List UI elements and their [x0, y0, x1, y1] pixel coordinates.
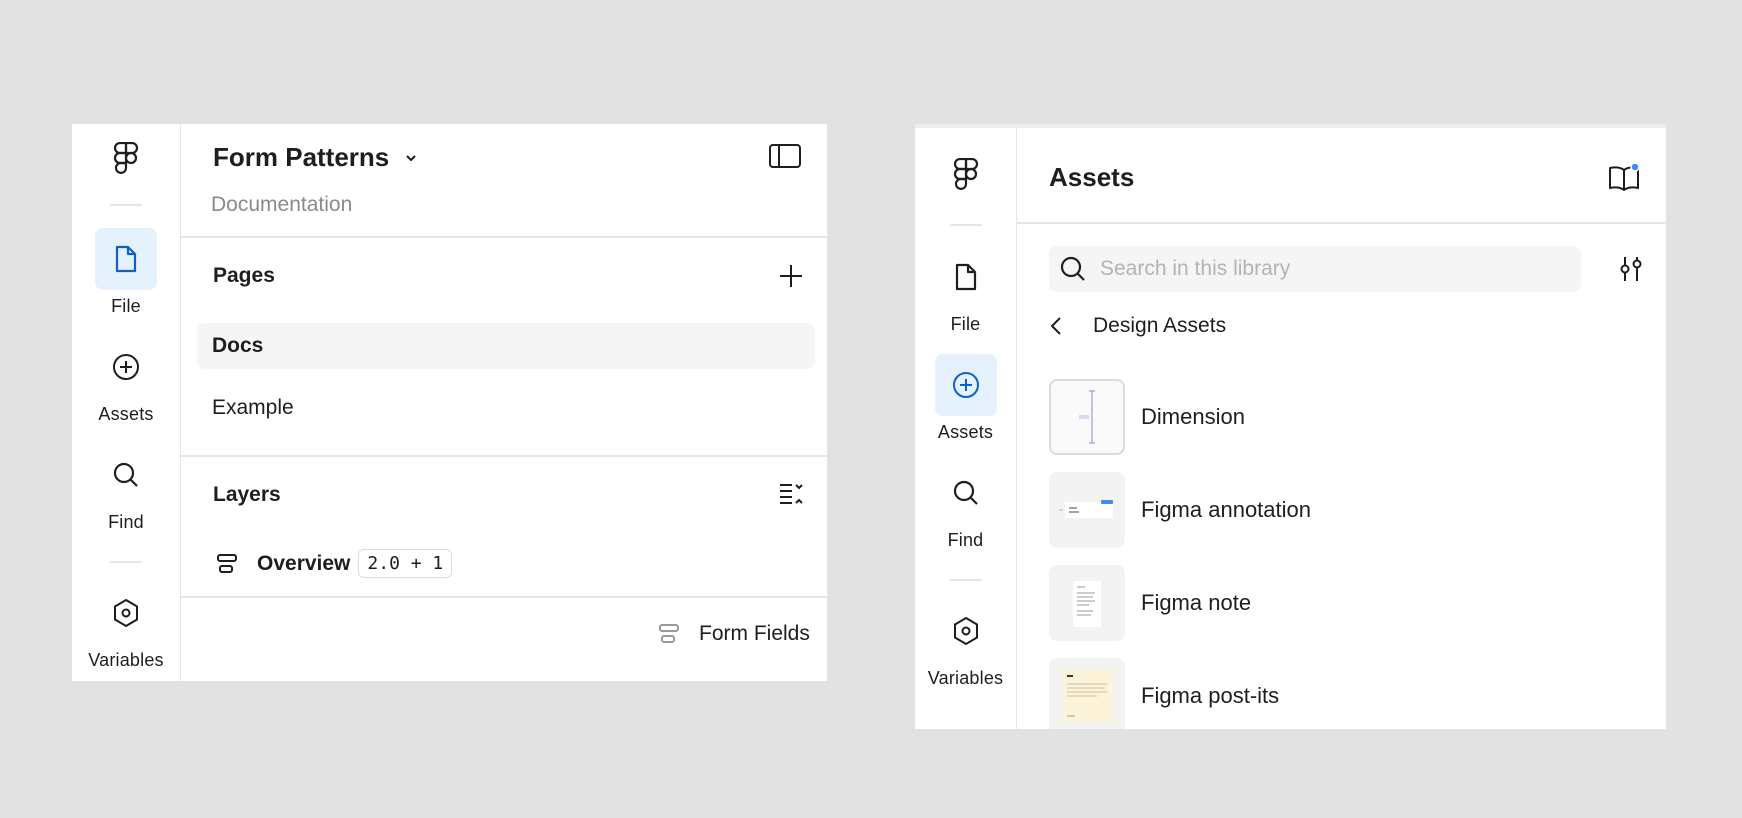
search-icon	[95, 444, 157, 506]
rail-divider	[949, 224, 982, 226]
rail-divider	[110, 561, 142, 563]
rail-item-assets-label: Assets	[98, 404, 154, 424]
rail-item-file-label: File	[950, 314, 981, 334]
rail-item-find-label: Find	[108, 512, 144, 532]
file-title-row[interactable]: Form Patterns	[213, 142, 419, 173]
rail-item-find-label: Find	[947, 530, 984, 550]
left-rail: File Assets Find Variables	[72, 124, 181, 681]
collapse-layers-icon[interactable]	[779, 482, 805, 506]
asset-name: Figma annotation	[1141, 497, 1311, 522]
assets-title: Assets	[1049, 162, 1135, 192]
rail-item-variables[interactable]: Variables	[72, 582, 180, 671]
layers-main: Form Patterns Documentation Pages Docs E…	[181, 124, 827, 681]
rail-item-file[interactable]: File	[915, 246, 1016, 335]
dimension-thumbnail	[1049, 379, 1125, 455]
rail-divider	[110, 204, 142, 206]
figma-logo-icon[interactable]	[953, 157, 979, 197]
breadcrumb-label: Design Assets	[1093, 314, 1227, 337]
pages-title: Pages	[213, 264, 275, 287]
page-item-docs[interactable]: Docs	[197, 323, 815, 369]
right-rail: File Assets Find Variables	[915, 128, 1017, 729]
sidebar-toggle-icon[interactable]	[769, 144, 801, 168]
frame-layer-icon	[217, 553, 239, 575]
frame-layer-icon	[659, 623, 681, 645]
rail-item-variables[interactable]: Variables	[915, 600, 1016, 689]
layer-row-overview[interactable]: Overview 2.0 + 1	[217, 549, 453, 578]
rail-item-find[interactable]: Find	[72, 444, 180, 533]
rail-item-find[interactable]: Find	[915, 462, 1016, 551]
breadcrumb[interactable]: Design Assets	[1049, 314, 1226, 338]
asset-name: Dimension	[1141, 404, 1245, 429]
file-title: Form Patterns	[213, 142, 390, 172]
version-badge: 2.0 + 1	[358, 549, 453, 578]
rail-item-variables-label: Variables	[88, 650, 164, 670]
rail-item-assets[interactable]: Assets	[915, 354, 1016, 443]
figma-logo-icon[interactable]	[113, 141, 139, 181]
hexagon-icon	[935, 600, 997, 662]
file-subtitle: Documentation	[211, 193, 353, 216]
file-icon	[935, 246, 997, 308]
search-icon	[935, 462, 997, 524]
asset-item-figma-post-its[interactable]: Figma post-its	[1049, 657, 1666, 729]
rail-item-variables-label: Variables	[927, 668, 1004, 688]
page-item-example[interactable]: Example	[197, 385, 815, 431]
annotation-thumbnail	[1049, 472, 1125, 548]
asset-item-dimension[interactable]: Dimension	[1049, 378, 1666, 456]
rail-item-file[interactable]: File	[72, 228, 180, 317]
layer-row-form-fields[interactable]: Form Fields	[659, 622, 810, 646]
plus-circle-icon	[95, 336, 157, 398]
assets-main: Assets Design Assets	[1017, 128, 1666, 729]
layers-title: Layers	[213, 483, 281, 506]
asset-name: Figma post-its	[1141, 683, 1280, 708]
note-thumbnail	[1049, 565, 1125, 641]
divider	[1017, 222, 1666, 224]
assets-panel: File Assets Find Variables Assets Search…	[915, 124, 1666, 729]
layers-panel: File Assets Find Variables Form Patterns…	[72, 124, 827, 681]
chevron-down-icon[interactable]	[403, 150, 419, 166]
post-its-thumbnail	[1049, 658, 1125, 729]
asset-item-figma-annotation[interactable]: Figma annotation	[1049, 471, 1666, 549]
chevron-left-icon[interactable]	[1049, 315, 1065, 337]
rail-item-file-label: File	[111, 296, 141, 316]
file-icon	[95, 228, 157, 290]
search-icon	[1060, 256, 1086, 282]
add-page-icon[interactable]	[779, 264, 803, 288]
library-book-icon[interactable]	[1608, 164, 1640, 192]
asset-item-figma-note[interactable]: Figma note	[1049, 564, 1666, 642]
hexagon-icon	[95, 582, 157, 644]
plus-circle-icon	[934, 354, 997, 416]
asset-name: Figma note	[1141, 590, 1252, 615]
search-field[interactable]	[1049, 246, 1581, 292]
rail-divider	[949, 579, 982, 581]
layer-name: Overview	[257, 551, 351, 575]
divider	[181, 236, 827, 238]
divider	[181, 596, 827, 598]
filter-sliders-icon[interactable]	[1618, 256, 1644, 282]
rail-item-assets[interactable]: Assets	[72, 336, 180, 425]
rail-item-assets-label: Assets	[937, 422, 994, 442]
divider	[181, 455, 827, 457]
search-input[interactable]	[1098, 256, 1522, 282]
layer-name: Form Fields	[699, 622, 810, 645]
